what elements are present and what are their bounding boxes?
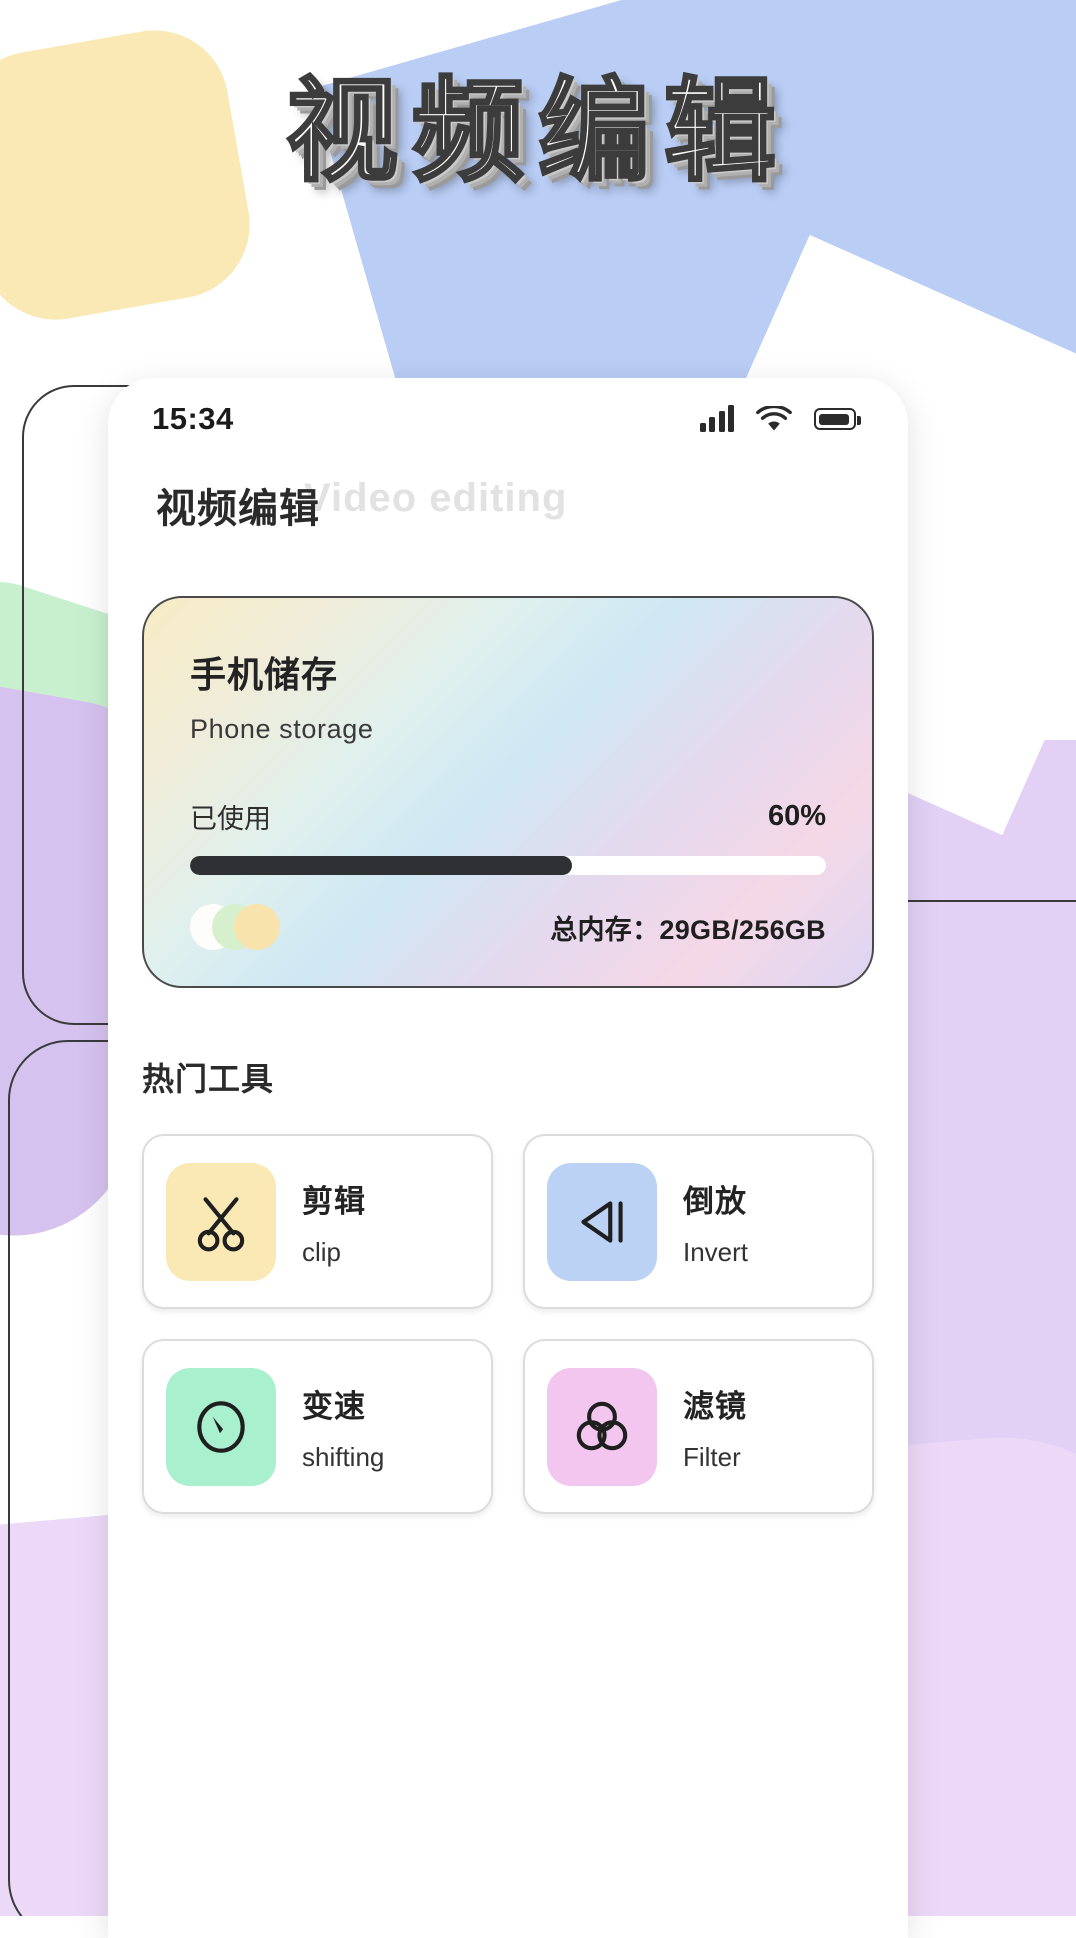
phone-mockup: 15:34 Video editing 视频编辑 手机储存 Phone stor… [108,378,908,1938]
storage-usage-label: 已使用 [190,804,271,834]
storage-progress-fill [190,856,572,875]
tool-card-clip[interactable]: 剪辑 clip [142,1134,493,1309]
storage-total-memory: 总内存：29GB/256GB [550,914,826,945]
status-bar: 15:34 [108,378,908,460]
storage-usage-row: 已使用 60% [190,797,826,836]
page-title-en: Video editing [304,476,568,520]
tool-card-clip-text: 剪辑 clip [302,1176,366,1268]
wifi-icon [756,405,792,433]
storage-card-footer: 总内存：29GB/256GB [190,904,826,950]
tools-grid: 剪辑 clip 倒放 Invert 变速 shifting 滤镜 Filter [142,1134,874,1514]
storage-card-subtitle: Phone storage [190,714,374,744]
storage-usage-percent: 60% [767,800,826,832]
page-header: Video editing 视频编辑 [108,460,908,552]
reverse-play-icon [547,1162,657,1281]
speedometer-icon [166,1367,276,1486]
tool-label-cn: 滤镜 [683,1388,747,1424]
tool-label-en: Invert [683,1236,749,1267]
tool-label-en: Filter [683,1441,741,1472]
hero-title: 视频编辑 [285,69,790,194]
tool-card-filter-text: 滤镜 Filter [683,1381,747,1473]
scissors-icon [166,1162,276,1281]
tool-card-filter[interactable]: 滤镜 Filter [523,1339,874,1514]
tool-card-invert[interactable]: 倒放 Invert [523,1134,874,1309]
tool-card-shifting-text: 变速 shifting [302,1381,384,1473]
tool-label-cn: 剪辑 [302,1183,366,1219]
tool-label-en: shifting [302,1441,385,1472]
tool-label-cn: 变速 [302,1388,366,1424]
filter-circles-icon [547,1367,657,1486]
tool-label-en: clip [302,1236,342,1267]
storage-card-title: 手机储存 [190,654,339,695]
tools-section-heading: 热门工具 [142,1061,275,1097]
storage-card[interactable]: 手机储存 Phone storage 已使用 60% 总内存：29GB/256G… [142,596,874,988]
status-bar-time: 15:34 [152,401,234,436]
signal-icon [699,405,734,432]
tool-card-shifting[interactable]: 变速 shifting [142,1339,493,1514]
storage-legend-dots-icon [190,904,282,950]
tool-card-invert-text: 倒放 Invert [683,1176,748,1268]
page-title-cn: 视频编辑 [156,487,320,531]
tool-label-cn: 倒放 [683,1183,747,1219]
battery-icon [814,408,861,430]
status-bar-icons [699,405,861,433]
storage-progress-track[interactable] [190,856,826,875]
